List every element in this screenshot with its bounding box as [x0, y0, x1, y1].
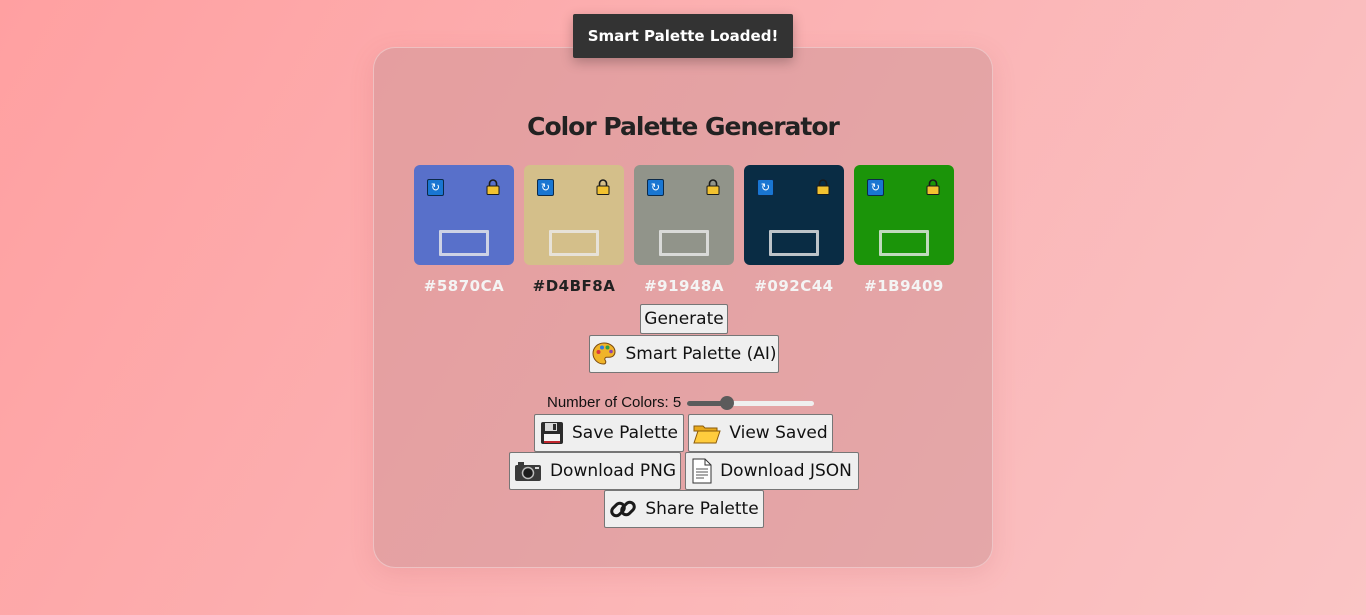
toast-notification: Smart Palette Loaded!	[573, 14, 793, 58]
floppy-disk-icon	[540, 421, 564, 445]
color-count-label: Number of Colors: 5	[547, 394, 682, 411]
color-picker-input[interactable]	[439, 230, 489, 256]
hex-code-label[interactable]: #5870CA	[424, 277, 504, 295]
color-swatch[interactable]: ↻	[634, 165, 734, 265]
color-picker-input[interactable]	[879, 230, 929, 256]
generate-button[interactable]: Generate	[640, 304, 728, 334]
save-palette-button[interactable]: Save Palette	[534, 414, 684, 452]
download-png-button[interactable]: Download PNG	[509, 452, 681, 490]
download-json-button[interactable]: Download JSON	[685, 452, 859, 490]
palette-card: Color Palette Generator ↻ #5870CA ↻ #D4B…	[373, 47, 993, 568]
color-picker-input[interactable]	[659, 230, 709, 256]
swatch-column: ↻ #1B9409	[854, 165, 954, 295]
toast-message: Smart Palette Loaded!	[587, 27, 779, 45]
smart-palette-button[interactable]: Smart Palette (AI)	[589, 335, 779, 373]
generate-label: Generate	[644, 309, 724, 329]
color-picker-input[interactable]	[549, 230, 599, 256]
refresh-icon[interactable]: ↻	[757, 179, 774, 196]
color-swatch[interactable]: ↻	[414, 165, 514, 265]
swatch-column: ↻ #5870CA	[414, 165, 514, 295]
lock-icon[interactable]	[596, 179, 610, 195]
lock-icon[interactable]	[706, 179, 720, 195]
color-count-slider[interactable]	[687, 395, 815, 410]
swatch-column: ↻ #91948A	[634, 165, 734, 295]
lock-icon[interactable]	[926, 179, 940, 195]
open-folder-icon	[693, 422, 722, 444]
view-saved-button[interactable]: View Saved	[688, 414, 833, 452]
download-json-label: Download JSON	[720, 461, 852, 481]
hex-code-label[interactable]: #91948A	[644, 277, 724, 295]
refresh-icon[interactable]: ↻	[427, 179, 444, 196]
hex-code-label[interactable]: #1B9409	[864, 277, 944, 295]
lock-icon[interactable]	[816, 179, 830, 195]
refresh-icon[interactable]: ↻	[647, 179, 664, 196]
color-count-control: Number of Colors: 5	[547, 394, 815, 411]
palette-icon	[591, 341, 617, 367]
page-title: Color Palette Generator	[527, 112, 840, 141]
color-swatch[interactable]: ↻	[744, 165, 844, 265]
download-png-label: Download PNG	[549, 461, 677, 481]
hex-code-label[interactable]: #092C44	[754, 277, 833, 295]
slider-thumb[interactable]	[719, 395, 734, 410]
hex-code-label[interactable]: #D4BF8A	[533, 277, 616, 295]
color-swatch[interactable]: ↻	[854, 165, 954, 265]
lock-icon[interactable]	[486, 179, 500, 195]
document-icon	[692, 458, 712, 484]
save-palette-label: Save Palette	[571, 423, 678, 443]
swatch-column: ↻ #D4BF8A	[524, 165, 624, 295]
smart-palette-label: Smart Palette (AI)	[625, 344, 777, 364]
share-palette-label: Share Palette	[645, 499, 759, 519]
swatch-column: ↻ #092C44	[744, 165, 844, 295]
refresh-icon[interactable]: ↻	[537, 179, 554, 196]
camera-icon	[514, 460, 542, 482]
refresh-icon[interactable]: ↻	[867, 179, 884, 196]
color-swatch[interactable]: ↻	[524, 165, 624, 265]
link-icon	[609, 495, 637, 523]
color-picker-input[interactable]	[769, 230, 819, 256]
share-palette-button[interactable]: Share Palette	[604, 490, 764, 528]
swatch-row: ↻ #5870CA ↻ #D4BF8A ↻ #91948A ↻ #092C44 …	[414, 165, 954, 295]
view-saved-label: View Saved	[729, 423, 828, 443]
